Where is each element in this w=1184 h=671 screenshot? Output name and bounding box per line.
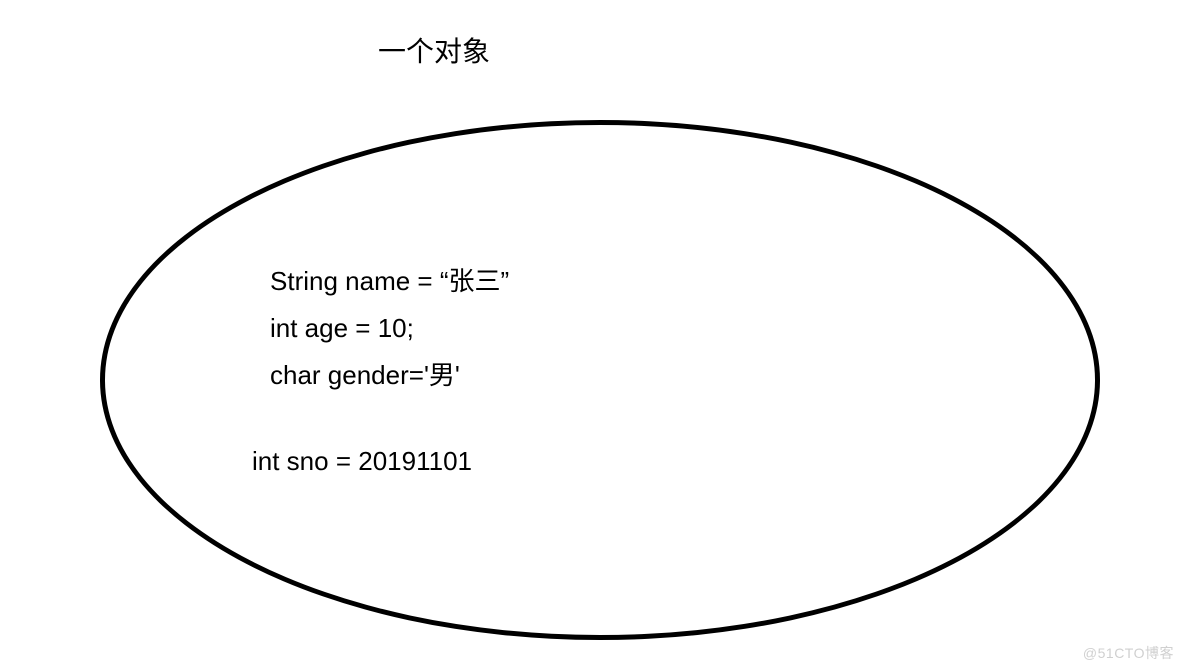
code-line-age: int age = 10; (270, 305, 509, 352)
diagram-title: 一个对象 (378, 30, 490, 70)
code-block: String name = “张三” int age = 10; char ge… (270, 258, 509, 485)
watermark-text: @51CTO博客 (1083, 643, 1174, 663)
code-line-sno: int sno = 20191101 (252, 438, 509, 485)
code-line-name: String name = “张三” (270, 258, 509, 305)
code-line-gender: char gender='男' (270, 352, 509, 399)
object-ellipse (100, 120, 1100, 640)
